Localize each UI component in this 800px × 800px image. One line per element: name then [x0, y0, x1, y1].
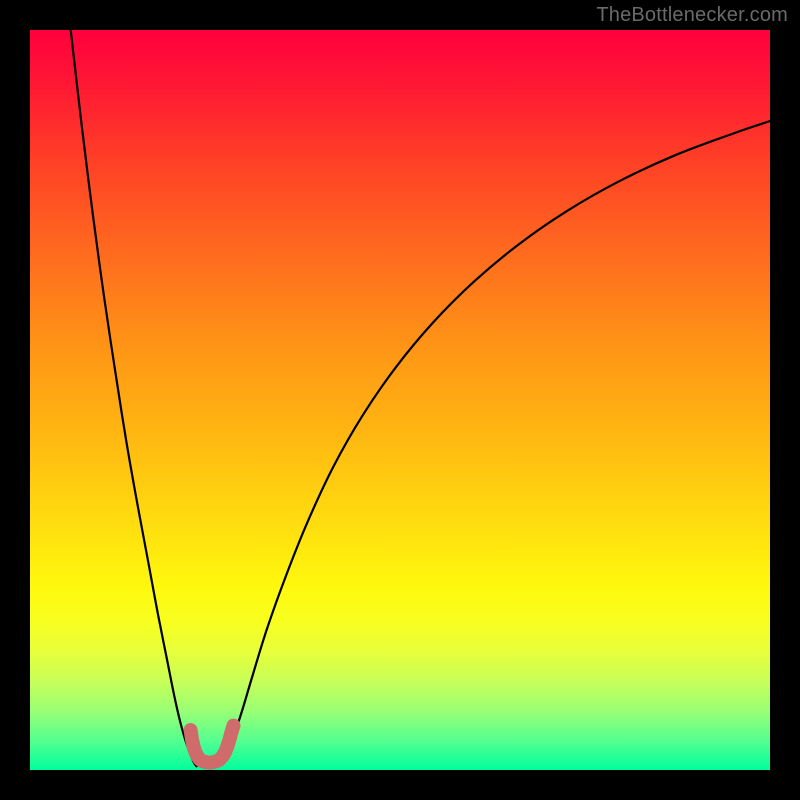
chart-stage: TheBottlenecker.com — [0, 0, 800, 800]
plot-area — [30, 30, 770, 770]
watermark-text: TheBottlenecker.com — [596, 4, 788, 27]
